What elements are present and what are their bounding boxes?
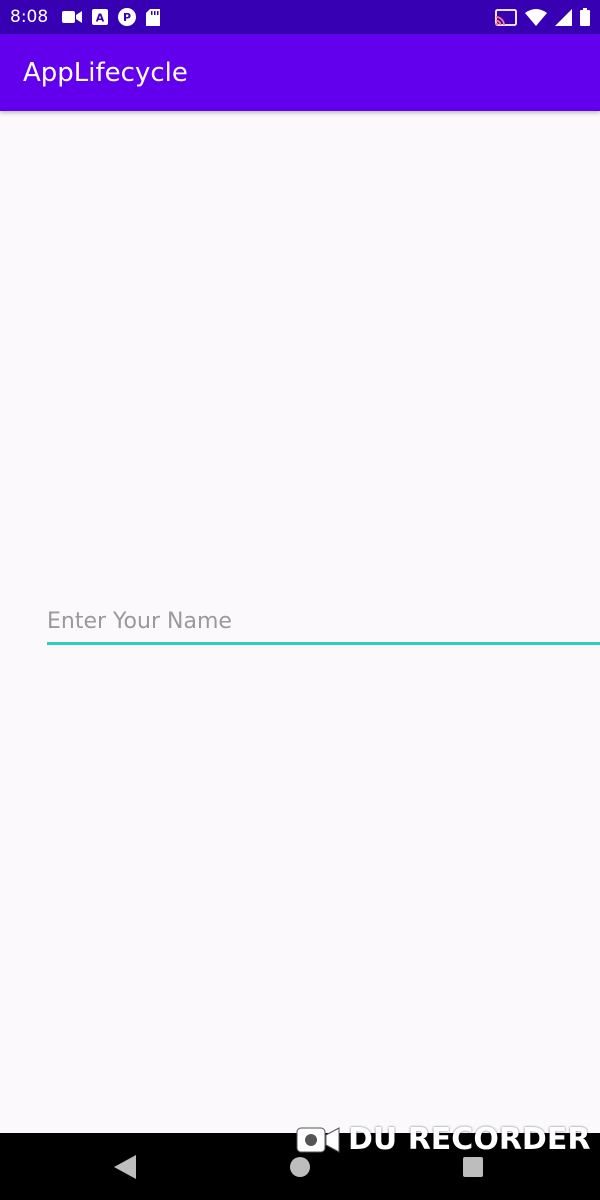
name-input[interactable] bbox=[47, 607, 600, 645]
a-letter-icon: A bbox=[92, 9, 109, 25]
cellular-signal-icon bbox=[555, 8, 572, 26]
status-left-icons: A P bbox=[62, 8, 161, 26]
main-content bbox=[0, 111, 600, 1133]
status-bar: 8:08 A P bbox=[0, 0, 600, 34]
video-camera-icon bbox=[62, 10, 83, 24]
app-bar: AppLifecycle bbox=[0, 34, 600, 111]
status-time: 8:08 bbox=[10, 7, 49, 27]
watermark-text: DU RECORDER bbox=[348, 1122, 591, 1157]
p-circle-icon: P bbox=[118, 8, 137, 26]
home-icon[interactable] bbox=[289, 1155, 311, 1179]
status-right-icons bbox=[495, 8, 590, 26]
recorder-camera-icon bbox=[296, 1125, 340, 1155]
wifi-icon bbox=[525, 8, 547, 26]
sd-card-icon bbox=[146, 8, 161, 26]
battery-icon bbox=[580, 8, 590, 26]
back-icon[interactable] bbox=[114, 1155, 136, 1179]
app-title: AppLifecycle bbox=[23, 57, 188, 88]
recents-icon[interactable] bbox=[462, 1155, 484, 1179]
recorder-watermark: DU RECORDER bbox=[296, 1122, 590, 1157]
svg-text:A: A bbox=[96, 12, 105, 25]
cast-icon bbox=[495, 8, 517, 26]
svg-text:P: P bbox=[123, 11, 131, 24]
